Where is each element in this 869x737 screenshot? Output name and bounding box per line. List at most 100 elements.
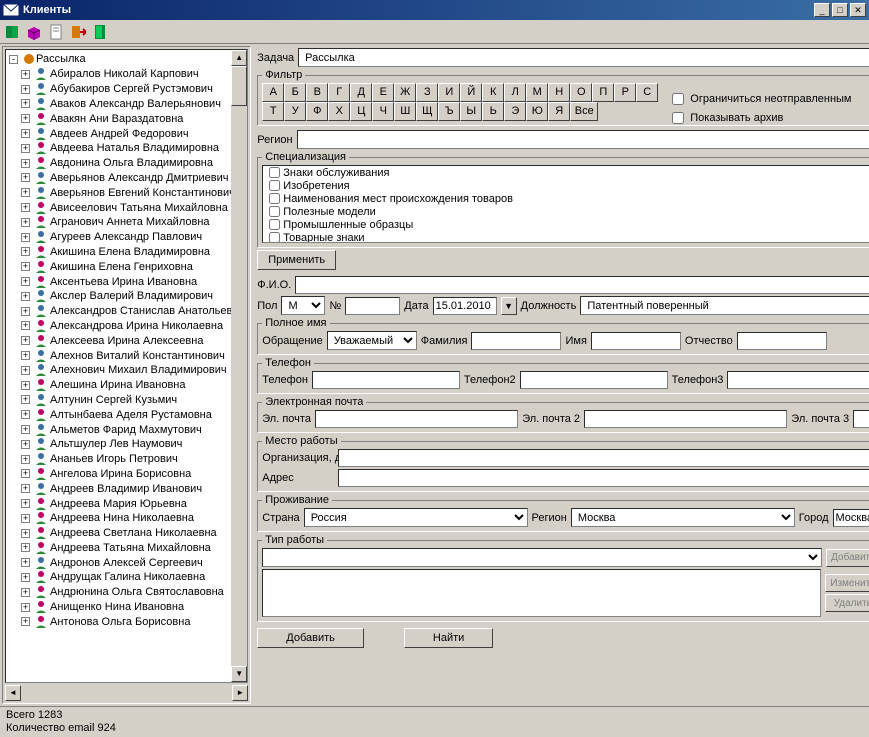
spec-item[interactable]: Изобретения (263, 179, 869, 192)
alpha-button-Е[interactable]: Е (372, 83, 394, 102)
tree-expand-icon[interactable]: + (21, 218, 30, 227)
exit-icon[interactable] (70, 24, 86, 40)
appeal-select[interactable]: Уважаемый (327, 331, 417, 350)
typework-list[interactable] (262, 569, 821, 617)
tree-expand-icon[interactable]: + (21, 514, 30, 523)
alpha-button-Т[interactable]: Т (262, 102, 284, 121)
tree-item[interactable]: +Андреева Светлана Николаевна (7, 526, 246, 541)
tree-item[interactable]: +Абиралов Николай Карпович (7, 67, 246, 82)
tree-expand-icon[interactable]: + (21, 395, 30, 404)
spec-item[interactable]: Наименования мест происхождения товаров (263, 192, 869, 205)
find-button[interactable]: Найти (404, 628, 493, 648)
tree-item[interactable]: +Акишина Елена Генриховна (7, 259, 246, 274)
tree-item[interactable]: +Александров Станислав Анатольевич (7, 304, 246, 319)
alpha-button-Б[interactable]: Б (284, 83, 306, 102)
tree-item[interactable]: +Авдонина Ольга Владимировна (7, 156, 246, 171)
spec-checkbox[interactable] (269, 206, 280, 217)
tree-expand-icon[interactable]: + (21, 99, 30, 108)
spec-item[interactable]: Товарные знаки (263, 231, 869, 243)
tree-vscroll[interactable]: ▲ ▼ (231, 50, 247, 682)
tree-expand-icon[interactable]: + (21, 203, 30, 212)
tree-expand-icon[interactable]: + (21, 144, 30, 153)
book-icon[interactable] (4, 24, 20, 40)
scroll-down-button[interactable]: ▼ (231, 666, 247, 682)
tree-item[interactable]: +Аверьянов Александр Дмитриевич (7, 171, 246, 186)
alpha-button-В[interactable]: В (306, 83, 328, 102)
alpha-button-М[interactable]: М (526, 83, 548, 102)
tree-item[interactable]: +Авдеев Андрей Федорович (7, 126, 246, 141)
tree-expand-icon[interactable]: + (21, 529, 30, 538)
phone1-input[interactable] (312, 371, 460, 389)
tree-item[interactable]: +Андреева Мария Юрьевна (7, 496, 246, 511)
typework-select[interactable] (262, 548, 822, 567)
res-region-select[interactable]: Москва (571, 508, 795, 527)
sex-select[interactable]: М (281, 296, 325, 315)
spec-item[interactable]: Знаки обслуживания (263, 166, 869, 179)
email2-input[interactable] (584, 410, 787, 428)
alpha-button-С[interactable]: С (636, 83, 658, 102)
org-input[interactable] (338, 449, 869, 467)
tree-hscroll[interactable]: ◄ ► (5, 685, 248, 701)
tree-item[interactable]: +Ангелова Ирина Борисовна (7, 467, 246, 482)
tree-item[interactable]: +Ананьев Игорь Петрович (7, 452, 246, 467)
spec-checkbox[interactable] (269, 193, 280, 204)
alpha-button-Ч[interactable]: Ч (372, 102, 394, 121)
alpha-button-З[interactable]: З (416, 83, 438, 102)
tree-expand-icon[interactable]: + (21, 484, 30, 493)
box-icon[interactable] (26, 24, 42, 40)
tree-root-label[interactable]: Рассылка (36, 53, 86, 65)
tree-expand-icon[interactable]: + (21, 277, 30, 286)
tree-expand-icon[interactable]: + (21, 558, 30, 567)
alpha-button-Я[interactable]: Я (548, 102, 570, 121)
alpha-button-Щ[interactable]: Щ (416, 102, 438, 121)
tree-expand-icon[interactable]: + (21, 321, 30, 330)
scroll-left-button[interactable]: ◄ (5, 685, 21, 701)
alpha-button-У[interactable]: У (284, 102, 306, 121)
tree-item[interactable]: +Андреева Татьяна Михайловна (7, 541, 246, 556)
alpha-button-Ш[interactable]: Ш (394, 102, 416, 121)
tree-expand-icon[interactable]: + (21, 188, 30, 197)
tree-item[interactable]: +Аверьянов Евгений Константинович (7, 185, 246, 200)
typework-delete-button[interactable]: Удалить (825, 594, 869, 612)
task-select[interactable]: Рассылка (298, 48, 869, 67)
fio-input[interactable] (295, 276, 869, 294)
spec-checkbox[interactable] (269, 180, 280, 191)
show-archive-checkbox[interactable] (672, 112, 684, 124)
apply-button[interactable]: Применить (257, 250, 336, 270)
date-input[interactable] (433, 297, 497, 315)
tree-expand-icon[interactable]: + (21, 410, 30, 419)
tree-item[interactable]: +Алтынбаева Аделя Рустамовна (7, 407, 246, 422)
client-tree[interactable]: -Рассылка+Абиралов Николай Карпович+Абуб… (6, 50, 247, 630)
tree-item[interactable]: +Андрюнина Ольга Святославовна (7, 585, 246, 600)
limit-unsent-checkbox[interactable] (672, 93, 684, 105)
tree-item[interactable]: +Аваков Александр Валерьянович (7, 97, 246, 112)
spec-item[interactable]: Полезные модели (263, 205, 869, 218)
specialization-list[interactable]: Знаки обслуживанияИзобретенияНаименовани… (262, 165, 869, 243)
tree-expand-icon[interactable]: + (21, 603, 30, 612)
alpha-button-Н[interactable]: Н (548, 83, 570, 102)
alpha-button-П[interactable]: П (592, 83, 614, 102)
country-select[interactable]: Россия (304, 508, 528, 527)
alpha-button-Все[interactable]: Все (570, 102, 598, 121)
tree-expand-icon[interactable]: + (21, 336, 30, 345)
scroll-right-button[interactable]: ► (232, 685, 248, 701)
tree-expand-icon[interactable]: - (9, 55, 18, 64)
alpha-button-К[interactable]: К (482, 83, 504, 102)
alpha-button-Ъ[interactable]: Ъ (438, 102, 460, 121)
close-button[interactable]: ✕ (850, 3, 866, 17)
alpha-button-Ц[interactable]: Ц (350, 102, 372, 121)
alpha-button-Ь[interactable]: Ь (482, 102, 504, 121)
alpha-button-Д[interactable]: Д (350, 83, 372, 102)
spec-checkbox[interactable] (269, 219, 280, 230)
tree-expand-icon[interactable]: + (21, 173, 30, 182)
tree-item[interactable]: +Анищенко Нина Ивановна (7, 600, 246, 615)
tree-item[interactable]: +Алехнович Михаил Владимирович (7, 363, 246, 378)
tree-item[interactable]: +Алехнов Виталий Константинович (7, 348, 246, 363)
email3-input[interactable] (853, 410, 869, 428)
number-input[interactable] (345, 297, 400, 315)
spec-item[interactable]: Промышленные образцы (263, 218, 869, 231)
region-select[interactable] (297, 130, 869, 149)
tree-expand-icon[interactable]: + (21, 455, 30, 464)
tree-expand-icon[interactable]: + (21, 307, 30, 316)
addr-input[interactable] (338, 469, 869, 487)
